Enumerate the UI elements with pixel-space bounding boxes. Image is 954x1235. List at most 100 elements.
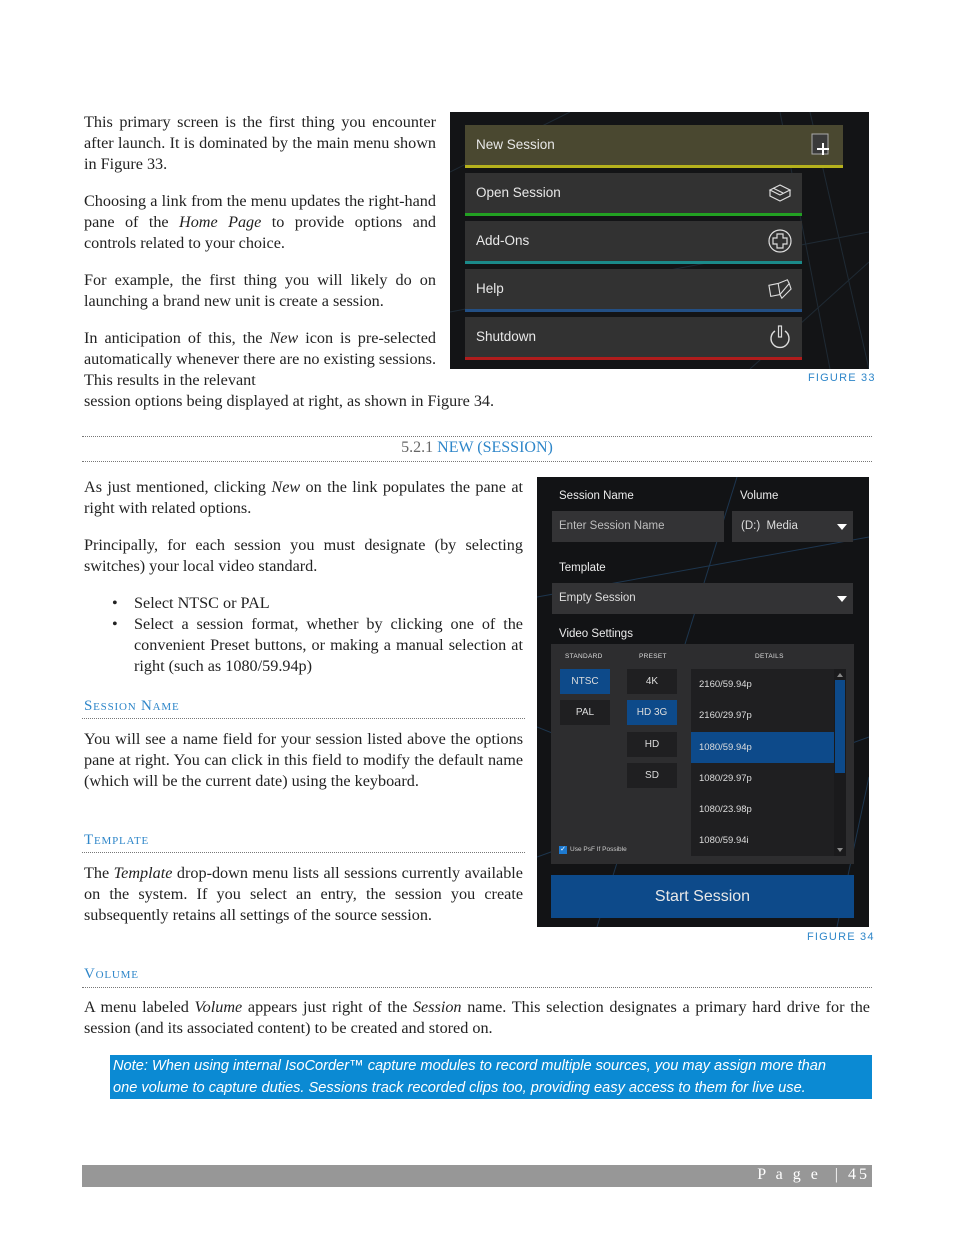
text: As just mentioned, clicking	[84, 478, 272, 496]
section-heading: 5.2.1 NEW (SESSION)	[82, 439, 872, 457]
menu-item-accent-bar	[465, 357, 802, 360]
text: A menu labeled	[84, 998, 195, 1016]
scroll-down-arrow-icon[interactable]	[837, 848, 843, 852]
chevron-down-icon	[837, 596, 847, 602]
video-settings-panel: STANDARD PRESET DETAILS NTSC PAL 4K HD 3…	[551, 644, 854, 864]
page-number: P a g e | 45	[757, 1166, 870, 1183]
intro-paragraph-1: This primary screen is the first thing y…	[84, 113, 436, 173]
new-session-paragraph-2: Principally, for each session you must d…	[84, 536, 523, 575]
template-divider	[82, 852, 525, 853]
volume-dropdown[interactable]: (D:) Media	[732, 511, 853, 542]
menu-item-label: Add-Ons	[476, 233, 530, 248]
emphasis: Volume	[194, 998, 243, 1016]
psf-checkbox-label: Use PsF If Possible	[570, 846, 627, 853]
standard-pal-button[interactable]: PAL	[560, 700, 610, 725]
emphasis: Session	[412, 998, 462, 1016]
chevron-down-icon	[837, 524, 847, 530]
section-divider-top	[82, 436, 872, 437]
note-line-2: one volume to capture duties. Sessions t…	[113, 1080, 806, 1096]
figure-33-main-menu: New Session Open Session Add-Ons Help Sh…	[450, 112, 869, 369]
text: appears just right of the	[242, 998, 413, 1016]
intro-paragraph-2: Choosing a link from the menu updates th…	[84, 191, 436, 254]
bullet-item: • Select a session format, whether by cli…	[112, 614, 523, 677]
details-row[interactable]: 2160/29.97p	[691, 700, 834, 731]
template-value: Empty Session	[559, 592, 636, 604]
new-session-icon	[811, 133, 829, 155]
intro-paragraph-4: In anticipation of this, the New icon is…	[84, 328, 436, 391]
section-title: NEW (SESSION)	[437, 439, 553, 456]
scrollbar-thumb[interactable]	[835, 680, 845, 773]
preset-hd-button[interactable]: HD	[627, 732, 677, 757]
volume-heading: Volume	[84, 966, 139, 982]
emphasis: New	[269, 329, 299, 347]
menu-item-accent-bar	[465, 165, 843, 168]
menu-item-new-session[interactable]: New Session	[465, 125, 843, 168]
preset-sd-button[interactable]: SD	[627, 763, 677, 788]
details-column-header: DETAILS	[755, 653, 784, 660]
start-session-button[interactable]: Start Session	[551, 875, 854, 918]
menu-item-add-ons[interactable]: Add-Ons	[465, 221, 802, 264]
session-name-input[interactable]: Enter Session Name	[552, 511, 724, 542]
session-name-paragraph: You will see a name field for your sessi…	[84, 730, 523, 790]
intro-text: This primary screen is the first thing y…	[84, 112, 436, 391]
bullet-item: • Select NTSC or PAL	[112, 593, 523, 614]
details-row[interactable]: 2160/59.94p	[691, 669, 834, 700]
new-session-paragraph-1: As just mentioned, clicking New on the l…	[84, 477, 523, 519]
page-footer: P a g e | 45	[82, 1165, 872, 1187]
text: In anticipation of this, the	[84, 329, 270, 347]
menu-item-help[interactable]: Help	[465, 269, 802, 312]
menu-item-accent-bar	[465, 261, 802, 264]
template-label: Template	[559, 562, 606, 574]
template-paragraph: The Template drop-down menu lists all se…	[84, 863, 523, 926]
standard-ntsc-button[interactable]: NTSC	[560, 669, 610, 694]
figure-34-caption: FIGURE 34	[807, 931, 875, 943]
figure-34-session-options: Session Name Volume Enter Session Name (…	[537, 477, 869, 927]
section-divider-bottom	[82, 461, 872, 462]
psf-checkbox[interactable]: ✓	[559, 846, 567, 854]
details-list: 2160/59.94p 2160/29.97p 1080/59.94p 1080…	[691, 669, 846, 856]
volume-label: Volume	[740, 490, 779, 502]
volume-paragraph: A menu labeled Volume appears just right…	[84, 997, 870, 1039]
details-row[interactable]: 1080/59.94i	[691, 825, 834, 856]
checkmark-icon: ✓	[560, 846, 566, 853]
section-number: 5.2.1	[401, 439, 434, 456]
volume-value: (D:) Media	[741, 520, 798, 532]
details-row-selected[interactable]: 1080/59.94p	[691, 732, 834, 763]
menu-item-accent-bar	[465, 213, 802, 216]
menu-item-label: Help	[476, 281, 504, 296]
new-session-bullets: • Select NTSC or PAL • Select a session fo…	[84, 593, 523, 677]
new-session-text: As just mentioned, clicking New on the l…	[84, 477, 523, 677]
menu-item-open-session[interactable]: Open Session	[465, 173, 802, 216]
help-book-icon	[768, 279, 792, 300]
note-callout: Note: When using internal IsoCorder™ cap…	[110, 1055, 872, 1099]
intro-paragraph-3: For example, the first thing you will li…	[84, 271, 436, 310]
session-name-divider	[82, 718, 525, 719]
details-scrollbar[interactable]	[834, 669, 846, 856]
add-ons-plus-circle-icon	[768, 229, 792, 253]
menu-item-label: Shutdown	[476, 329, 537, 344]
scroll-up-arrow-icon[interactable]	[837, 673, 843, 677]
emphasis: Template	[113, 864, 173, 882]
template-dropdown[interactable]: Empty Session	[552, 583, 853, 614]
figure-33-caption: FIGURE 33	[808, 372, 876, 384]
menu-item-label: New Session	[476, 137, 555, 152]
template-heading: Template	[84, 832, 150, 848]
open-session-box-icon	[768, 184, 792, 202]
bullet-text: Select NTSC or PAL	[134, 594, 270, 612]
bullet-text: Select a session format, whether by clic…	[134, 615, 523, 675]
text: The	[84, 864, 114, 882]
video-settings-label: Video Settings	[559, 628, 633, 640]
preset-hd3g-button[interactable]: HD 3G	[627, 700, 677, 725]
menu-item-label: Open Session	[476, 185, 561, 200]
emphasis: New	[271, 478, 301, 496]
details-row[interactable]: 1080/23.98p	[691, 794, 834, 825]
emphasis: Home Page	[179, 213, 262, 231]
details-row[interactable]: 1080/29.97p	[691, 763, 834, 794]
session-name-placeholder: Enter Session Name	[559, 520, 665, 532]
session-name-heading: Session Name	[84, 698, 180, 714]
preset-4k-button[interactable]: 4K	[627, 669, 677, 694]
volume-divider	[82, 987, 872, 988]
note-line-1: Note: When using internal IsoCorder™ cap…	[113, 1058, 826, 1074]
menu-item-shutdown[interactable]: Shutdown	[465, 317, 802, 360]
bullet-icon: •	[112, 615, 118, 633]
